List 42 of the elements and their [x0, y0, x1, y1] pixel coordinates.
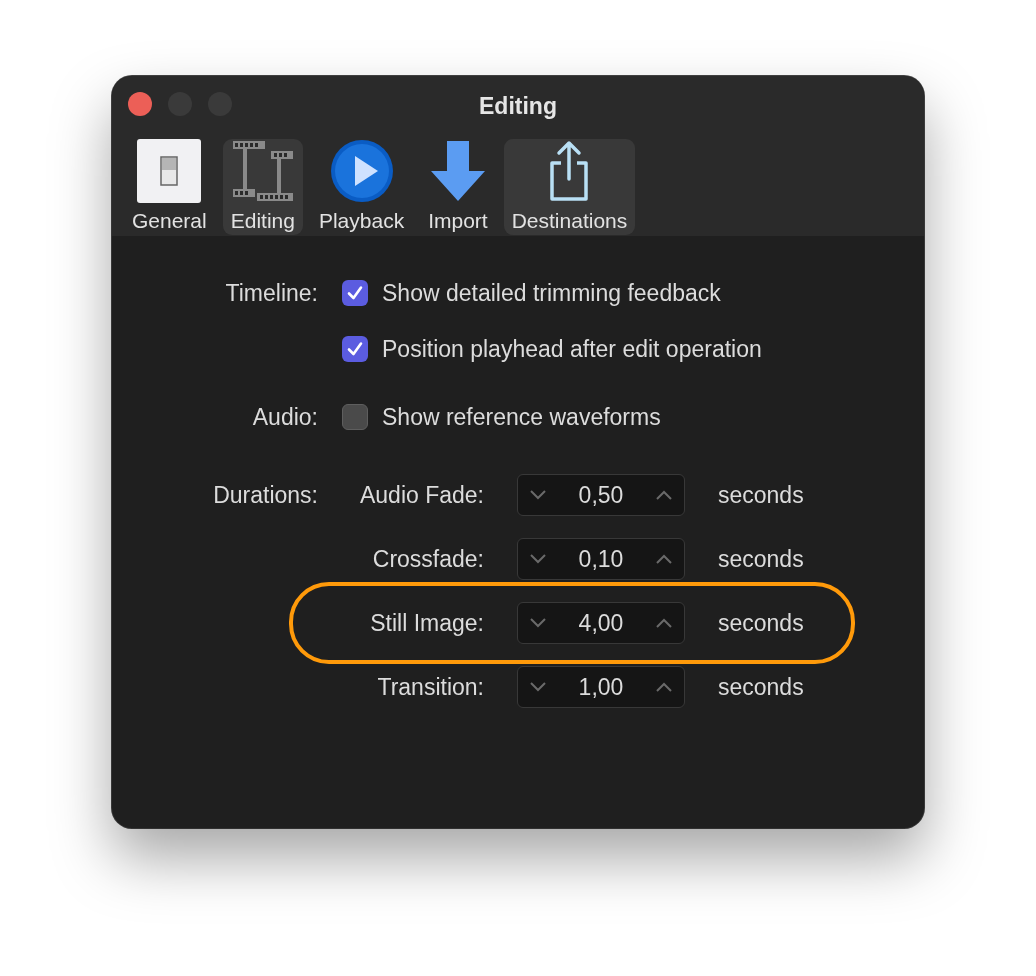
checkbox[interactable]	[342, 404, 368, 430]
close-button[interactable]	[128, 92, 152, 116]
chevron-up-icon[interactable]	[656, 618, 672, 628]
checkbox-label: Position playhead after edit operation	[382, 334, 762, 364]
toolbar-tab[interactable]: Playback	[310, 138, 413, 235]
checkmark-icon	[346, 340, 364, 358]
down-arrow-icon	[428, 138, 487, 203]
section-label: Durations:	[212, 481, 318, 510]
checkbox-label: Show detailed trimming feedback	[382, 278, 721, 308]
unit-label: seconds	[718, 480, 804, 510]
unit-label: seconds	[718, 608, 804, 638]
field-label: Transition:	[376, 672, 484, 702]
window-title: Editing	[479, 93, 557, 119]
checkmark-icon	[346, 284, 364, 302]
stepper-field[interactable]: 0,50	[517, 474, 685, 516]
toggle-switch-icon	[137, 138, 202, 203]
section-label: Audio:	[251, 403, 318, 432]
checkbox-label: Show reference waveforms	[382, 402, 661, 432]
unit-label: seconds	[718, 672, 804, 702]
toolbar-tab[interactable]: Editing	[222, 138, 303, 235]
chevron-down-icon[interactable]	[530, 618, 546, 628]
field-label: Still Image:	[369, 608, 484, 638]
chevron-down-icon[interactable]	[530, 554, 546, 564]
section-label: Timeline:	[224, 279, 318, 308]
stepper-field[interactable]: 0,10	[517, 538, 685, 580]
field-label: Crossfade:	[371, 544, 484, 574]
toolbar-tab[interactable]: Destinations	[503, 138, 636, 235]
toolbar-tab[interactable]: General	[124, 138, 215, 235]
chevron-up-icon[interactable]	[656, 682, 672, 692]
chevron-up-icon[interactable]	[656, 554, 672, 564]
play-icon	[329, 138, 394, 203]
chevron-down-icon[interactable]	[530, 490, 546, 500]
toolbar-tab[interactable]: Import	[420, 138, 496, 235]
chevron-up-icon[interactable]	[656, 490, 672, 500]
checkbox[interactable]	[342, 336, 368, 362]
stepper-field[interactable]: 4,00	[517, 602, 685, 644]
field-label: Audio Fade:	[358, 480, 484, 510]
chevron-down-icon[interactable]	[530, 682, 546, 692]
stepper-field[interactable]: 1,00	[517, 666, 685, 708]
unit-label: seconds	[718, 544, 804, 574]
checkbox[interactable]	[342, 280, 368, 306]
film-strips-icon	[230, 138, 295, 203]
